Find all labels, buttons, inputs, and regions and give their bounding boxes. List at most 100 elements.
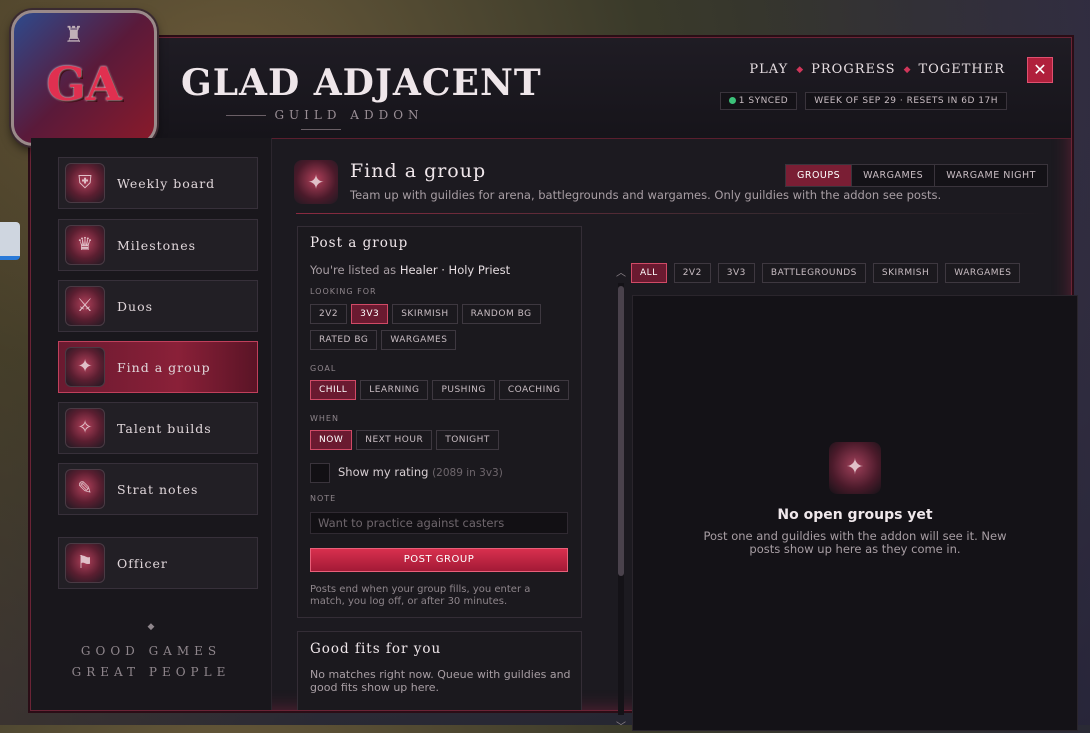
listed-role: Healer · Holy Priest <box>399 263 511 277</box>
page-description: Team up with guildies for arena, battleg… <box>350 188 942 202</box>
motto-line-1: GOOD GAMES <box>80 644 222 658</box>
tab-wargames[interactable]: WARGAMES <box>851 165 934 186</box>
main-content: ✦ Find a group Team up with guildies for… <box>272 138 1078 733</box>
filter-2v2[interactable]: 2V2 <box>673 263 711 283</box>
view-tabs: GROUPS WARGAMES WARGAME NIGHT <box>784 164 1048 187</box>
filter-wargames[interactable]: WARGAMES <box>945 263 1021 283</box>
sidebar-item-label: Talent builds <box>117 420 212 436</box>
guild-logo: ♜ GA <box>11 10 157 146</box>
when-next-hour[interactable]: NEXT HOUR <box>356 430 433 450</box>
option-random-bg[interactable]: RANDOM BG <box>461 304 541 324</box>
show-rating-label: Show my rating (2089 in 3v3) <box>338 465 503 479</box>
scroll-up-icon[interactable]: ︿ <box>616 264 626 279</box>
sidebar-item-officer[interactable]: ⚑ Officer <box>58 537 258 589</box>
nav-together[interactable]: TOGETHER <box>919 62 1006 77</box>
shield-crest-icon: ⛨ <box>65 163 105 203</box>
page-title: Find a group <box>350 160 487 182</box>
option-3v3[interactable]: 3V3 <box>351 304 389 324</box>
background-ui-fragment <box>0 222 20 260</box>
addon-window: ♜ GA GLAD ADJACENT GUILD ADDON PLAY ◆ PR… <box>11 10 1078 733</box>
tab-groups[interactable]: GROUPS <box>785 165 852 186</box>
goal-learning[interactable]: LEARNING <box>360 380 429 400</box>
panel-title: Good fits for you <box>310 641 442 657</box>
note-label: NOTE <box>310 494 337 503</box>
post-group-panel: Post a group You're listed as Healer · H… <box>297 226 582 618</box>
filter-all[interactable]: ALL <box>631 263 667 283</box>
nav-play[interactable]: PLAY <box>749 62 788 77</box>
when-tonight[interactable]: TONIGHT <box>436 430 499 450</box>
sidebar-item-label: Milestones <box>117 237 197 253</box>
goal-pushing[interactable]: PUSHING <box>432 380 495 400</box>
filter-bar: ALL 2V2 3V3 BATTLEGROUNDS SKIRMISH WARGA… <box>631 263 1024 283</box>
empty-state-title: No open groups yet <box>777 507 933 523</box>
scroll-thumb[interactable] <box>618 286 624 576</box>
sidebar-item-milestones[interactable]: ♛ Milestones <box>58 219 258 271</box>
note-input[interactable]: Want to practice against casters <box>310 512 568 534</box>
sidebar-item-duos[interactable]: ⚔ Duos <box>58 280 258 332</box>
looking-for-row-2: RATED BG WARGAMES <box>310 330 460 350</box>
crossed-swords-icon: ⚔ <box>65 286 105 326</box>
looking-for-label: LOOKING FOR <box>310 287 377 296</box>
filter-battlegrounds[interactable]: BATTLEGROUNDS <box>761 263 866 283</box>
diamond-icon: ◆ <box>147 622 155 632</box>
top-nav: PLAY ◆ PROGRESS ◆ TOGETHER <box>749 62 1005 77</box>
goal-coaching[interactable]: COACHING <box>498 380 570 400</box>
group-crest-icon: ✦ <box>65 347 105 387</box>
sync-status-badge: 1 SYNCED <box>719 92 798 110</box>
sidebar-item-talent-builds[interactable]: ✧ Talent builds <box>58 402 258 454</box>
lion-icon: ♜ <box>64 23 84 48</box>
sidebar-item-find-a-group[interactable]: ✦ Find a group <box>58 341 258 393</box>
goal-chill[interactable]: CHILL <box>310 380 357 400</box>
filter-3v3[interactable]: 3V3 <box>717 263 755 283</box>
trophy-crest-icon: ♛ <box>65 225 105 265</box>
left-scrollbar[interactable]: ︿ ﹀ <box>616 264 626 733</box>
good-fits-panel: Good fits for you No matches right now. … <box>297 631 582 710</box>
listed-as-text: You're listed as Healer · Holy Priest <box>310 263 511 277</box>
logo-text: GA <box>46 57 122 111</box>
option-rated-bg[interactable]: RATED BG <box>310 330 378 350</box>
rating-hint: (2089 in 3v3) <box>432 467 503 479</box>
app-subtitle: GUILD ADDON <box>191 108 451 136</box>
scroll-icon: ✎ <box>65 469 105 509</box>
divider <box>296 213 1048 214</box>
online-dot-icon <box>728 97 736 104</box>
good-fits-text: No matches right now. Queue with guildie… <box>310 668 571 694</box>
post-group-button[interactable]: POST GROUP <box>310 548 568 572</box>
empty-state-text: Post one and guildies with the addon wil… <box>703 529 1007 556</box>
status-chips: 1 SYNCED WEEK OF SEP 29 · RESETS IN 6D 1… <box>719 92 1007 110</box>
banners-icon: ⚑ <box>65 543 105 583</box>
close-button[interactable]: ✕ <box>1027 57 1053 83</box>
option-2v2[interactable]: 2V2 <box>310 304 348 324</box>
nav-progress[interactable]: PROGRESS <box>811 62 895 77</box>
goal-row: CHILL LEARNING PUSHING COACHING <box>310 380 573 400</box>
group-crest-icon: ✦ <box>294 160 338 204</box>
motto-line-2: GREAT PEOPLE <box>71 665 231 679</box>
when-label: WHEN <box>310 414 339 423</box>
app-title: GLAD ADJACENT <box>181 62 542 104</box>
option-skirmish[interactable]: SKIRMISH <box>392 304 458 324</box>
diamond-icon: ◆ <box>796 64 804 75</box>
week-reset-badge: WEEK OF SEP 29 · RESETS IN 6D 17H <box>805 92 1007 110</box>
sidebar-item-weekly-board[interactable]: ⛨ Weekly board <box>58 157 258 209</box>
header: ♜ GA GLAD ADJACENT GUILD ADDON PLAY ◆ PR… <box>11 10 1071 146</box>
close-icon: ✕ <box>1033 60 1047 79</box>
sidebar-item-label: Strat notes <box>117 481 199 497</box>
goal-label: GOAL <box>310 364 337 373</box>
sidebar-item-label: Weekly board <box>117 175 216 191</box>
sidebar-item-label: Officer <box>117 555 168 571</box>
group-crest-icon: ✦ <box>829 442 881 494</box>
option-wargames[interactable]: WARGAMES <box>381 330 457 350</box>
sidebar: ⛨ Weekly board ♛ Milestones ⚔ Duos ✦ Fin… <box>31 138 272 710</box>
when-row: NOW NEXT HOUR TONIGHT <box>310 430 503 450</box>
post-footnote: Posts end when your group fills, you ent… <box>310 584 531 607</box>
when-now[interactable]: NOW <box>310 430 353 450</box>
scroll-down-icon[interactable]: ﹀ <box>616 718 626 733</box>
filter-skirmish[interactable]: SKIRMISH <box>872 263 939 283</box>
looking-for-row-1: 2V2 3V3 SKIRMISH RANDOM BG <box>310 304 545 324</box>
sidebar-item-label: Duos <box>117 298 154 314</box>
sidebar-item-label: Find a group <box>117 359 211 375</box>
show-rating-checkbox[interactable] <box>310 463 330 483</box>
tab-wargame-night[interactable]: WARGAME NIGHT <box>934 165 1047 186</box>
sidebar-item-strat-notes[interactable]: ✎ Strat notes <box>58 463 258 515</box>
panel-title: Post a group <box>310 235 409 251</box>
